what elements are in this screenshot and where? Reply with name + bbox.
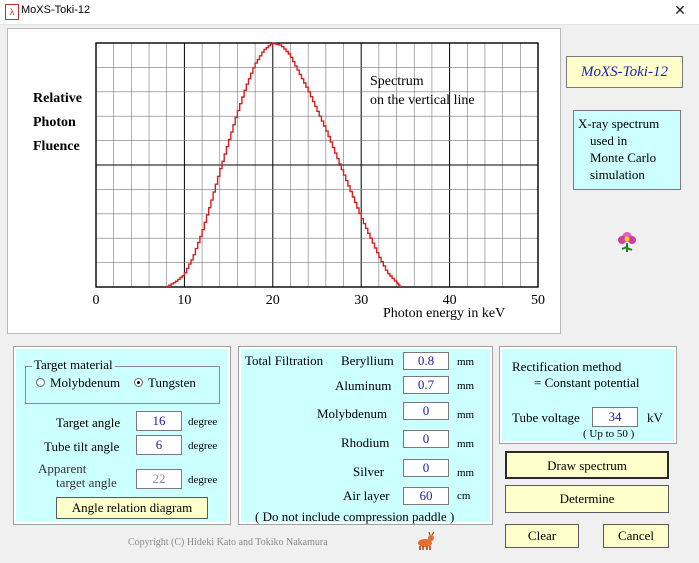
info-line-2: used in	[590, 133, 628, 148]
tube-tilt-unit: degree	[188, 440, 218, 452]
rectification-panel: Rectification method = Constant potentia…	[499, 346, 677, 444]
constant-potential-label: = Constant potential	[534, 375, 640, 390]
rhodium-unit: mm	[457, 438, 475, 450]
silver-label: Silver	[353, 464, 385, 479]
molybdenum-filter-label: Molybdenum	[317, 406, 388, 421]
apparent-angle-unit: degree	[188, 474, 218, 486]
tungsten-radio-dot	[137, 381, 140, 384]
tungsten-label[interactable]: Tungsten	[148, 375, 196, 391]
close-button[interactable]: ✕	[668, 1, 692, 21]
molybdenum-radio[interactable]	[36, 378, 45, 387]
aluminum-input[interactable]: 0.7	[403, 376, 449, 394]
chart-panel: Relative Photon Fluence 0 10 20 30 40 50 Photo…	[7, 28, 561, 334]
beryllium-input[interactable]: 0.8	[403, 352, 449, 370]
tube-voltage-unit: kV	[647, 410, 663, 425]
aluminum-label: Aluminum	[335, 378, 392, 393]
aluminum-unit: mm	[457, 380, 475, 392]
rhodium-label: Rhodium	[341, 435, 390, 450]
target-material-legend: Target material	[32, 357, 115, 373]
target-angle-unit: degree	[188, 416, 218, 428]
info-line-4: simulation	[590, 167, 645, 182]
air-layer-label: Air layer	[343, 488, 390, 503]
x-tick-label: 50	[531, 293, 545, 308]
compression-paddle-note: ( Do not include compression paddle )	[255, 509, 455, 524]
molybdenum-filter-input[interactable]: 0	[403, 402, 449, 420]
info-line-3: Monte Carlo	[590, 150, 657, 165]
angle-relation-diagram-button[interactable]: Angle relation diagram	[56, 497, 208, 519]
apparent-angle-input: 22	[136, 469, 182, 489]
x-tick-label: 0	[93, 293, 100, 308]
tube-tilt-input[interactable]: 6	[136, 435, 182, 455]
molybdenum-filter-unit: mm	[457, 409, 475, 421]
tungsten-radio[interactable]	[134, 378, 143, 387]
tube-voltage-label: Tube voltage	[512, 410, 580, 425]
spectrum-plot: 0 10 20 30 40 50Photon energy in keVSpectrumo…	[93, 42, 545, 321]
annotation-line-2: on the vertical line	[370, 93, 475, 108]
app-icon: λ	[5, 4, 19, 20]
title-bar: λ MoXS-Toki-12 ✕	[0, 0, 699, 25]
x-axis-label: Photon energy in keV	[383, 306, 505, 321]
silver-input[interactable]: 0	[403, 459, 449, 477]
beryllium-label: Beryllium	[341, 353, 394, 368]
silver-unit: mm	[457, 467, 475, 479]
draw-spectrum-button[interactable]: Draw spectrum	[505, 451, 669, 479]
rhodium-input[interactable]: 0	[403, 430, 449, 448]
x-tick-label: 30	[354, 293, 368, 308]
tube-tilt-label: Tube tilt angle	[44, 439, 120, 454]
target-panel: Target material Molybdenum Tungsten Targ…	[13, 346, 231, 525]
annotation-line-1: Spectrum	[370, 74, 424, 89]
deer-icon	[418, 531, 435, 550]
filtration-panel: Total Filtration Beryllium 0.8 mm Alumin…	[238, 346, 493, 525]
window-title: MoXS-Toki-12	[21, 4, 91, 16]
molybdenum-label[interactable]: Molybdenum	[50, 375, 120, 391]
apparent-label-line-2: target angle	[56, 475, 117, 490]
beryllium-unit: mm	[457, 356, 475, 368]
determine-button[interactable]: Determine	[505, 485, 669, 513]
rectification-method-label: Rectification method	[512, 359, 622, 374]
air-layer-unit: cm	[457, 490, 471, 502]
target-angle-label: Target angle	[56, 415, 121, 430]
info-line-1: X-ray spectrum	[578, 116, 660, 131]
target-angle-input[interactable]: 16	[136, 411, 182, 431]
x-tick-label: 10	[177, 293, 191, 308]
copyright-text: Copyright (C) Hideki Kato and Tokiko Nak…	[128, 537, 328, 548]
brand-box: MoXS-Toki-12	[566, 56, 683, 88]
clear-button[interactable]: Clear	[505, 524, 579, 548]
air-layer-input[interactable]: 60	[403, 487, 449, 505]
info-box: X-ray spectrum used in Monte Carlo simul…	[573, 110, 681, 190]
total-filtration-heading: Total Filtration	[245, 353, 324, 368]
tube-voltage-input[interactable]: 34	[592, 407, 638, 427]
flower-icon	[618, 232, 636, 252]
x-tick-label: 20	[266, 293, 280, 308]
cancel-button[interactable]: Cancel	[603, 524, 669, 548]
tube-voltage-hint: ( Up to 50 )	[583, 428, 635, 440]
